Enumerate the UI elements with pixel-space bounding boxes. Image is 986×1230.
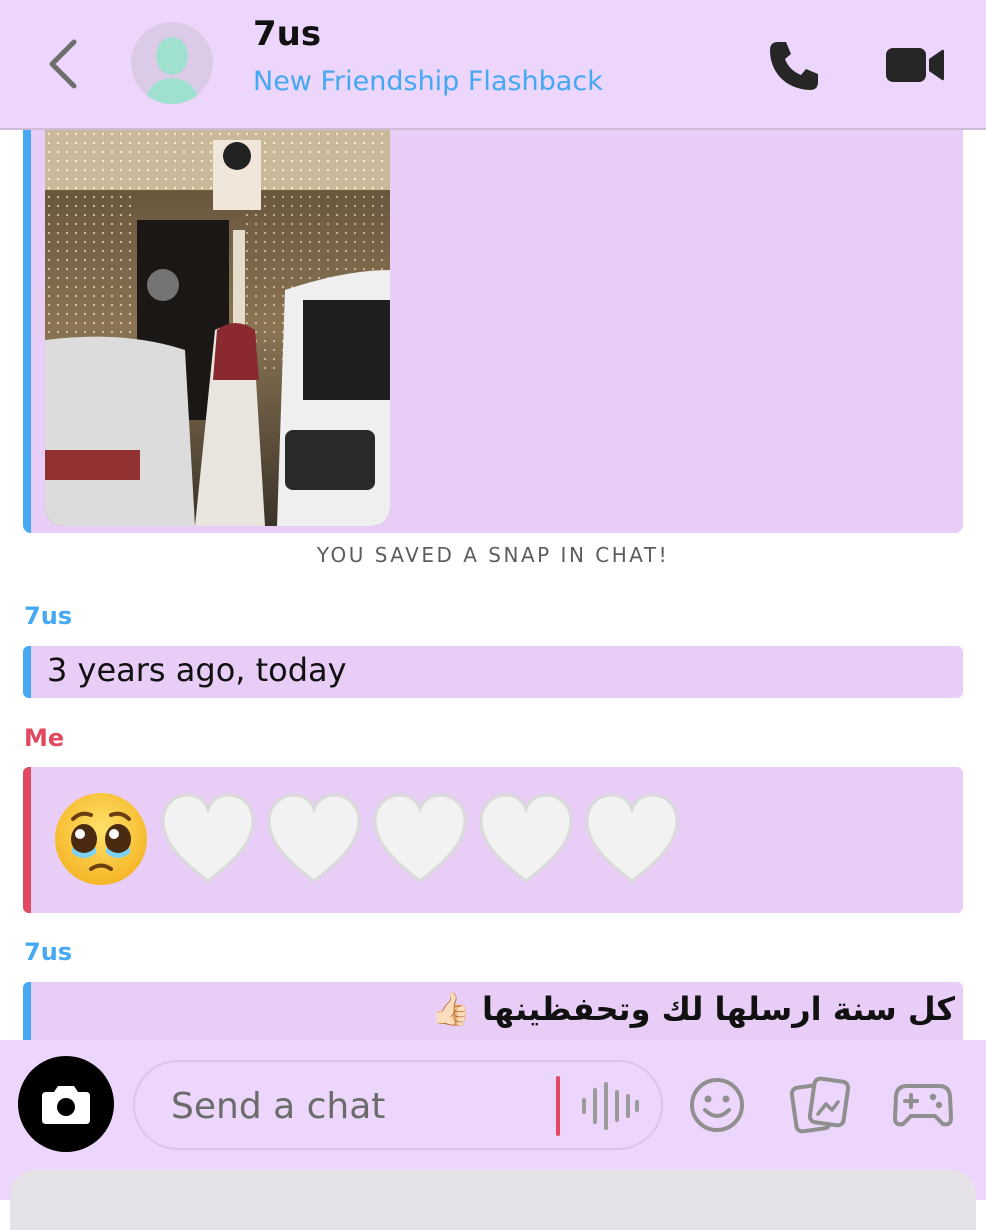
message-text: كل سنة ارسلها لك وتحفظينها 👍🏻 (431, 990, 955, 1028)
chat-message[interactable]: 3 years ago, today (23, 646, 963, 698)
voice-call-button[interactable] (764, 36, 824, 96)
emoji-message (51, 789, 681, 889)
white-heart-emoji-icon (161, 793, 255, 883)
voice-waveform-icon (582, 1082, 639, 1130)
chat-message[interactable]: 🥹🤍🤍🤍🤍🤍 (23, 767, 963, 913)
camera-button[interactable] (18, 1056, 114, 1152)
photo-cards-icon (789, 1076, 851, 1134)
keyboard-area (10, 1170, 976, 1230)
emoji-button[interactable] (688, 1076, 746, 1138)
video-camera-icon (886, 48, 944, 82)
chat-header: 7us New Friendship Flashback (0, 0, 986, 130)
sender-bar (23, 767, 31, 913)
sender-bar (23, 646, 31, 698)
game-controller-icon (893, 1084, 953, 1127)
sender-name: 7us (24, 938, 73, 966)
back-button[interactable] (40, 36, 88, 92)
camera-icon (42, 1086, 90, 1124)
chat-input[interactable] (169, 1080, 543, 1132)
saved-snap-notice: YOU SAVED A SNAP IN CHAT! (316, 543, 670, 567)
friendship-flashback-link[interactable]: New Friendship Flashback (253, 66, 603, 97)
phone-icon (770, 42, 818, 90)
avatar[interactable] (131, 22, 213, 104)
white-heart-emoji-icon (373, 793, 467, 883)
sender-bar (23, 130, 31, 533)
chat-message[interactable]: كل سنة ارسلها لك وتحفظينها 👍🏻 (23, 982, 963, 1040)
chat-input-wrapper (133, 1060, 663, 1150)
saved-snap-message (23, 130, 963, 533)
text-cursor (556, 1076, 560, 1136)
white-heart-emoji-icon (479, 793, 573, 883)
sender-name: Me (24, 724, 65, 752)
white-heart-emoji-icon (267, 793, 361, 883)
smiley-icon (690, 1078, 744, 1132)
contact-name[interactable]: 7us (253, 14, 321, 54)
sender-bar (23, 982, 31, 1040)
video-call-button[interactable] (884, 40, 946, 90)
message-text: 3 years ago, today (47, 651, 347, 689)
voice-note-button[interactable] (580, 1082, 640, 1130)
pleading-face-emoji-icon (55, 793, 147, 885)
games-button[interactable] (893, 1080, 953, 1134)
white-heart-emoji-icon (585, 793, 679, 883)
snap-photo[interactable] (45, 130, 390, 526)
sender-name: 7us (24, 602, 73, 630)
memories-button[interactable] (789, 1076, 852, 1138)
chevron-left-icon (49, 39, 77, 89)
chat-composer (0, 1040, 986, 1230)
bitmoji-avatar-icon (145, 37, 199, 104)
snap-photo-image (45, 130, 390, 526)
